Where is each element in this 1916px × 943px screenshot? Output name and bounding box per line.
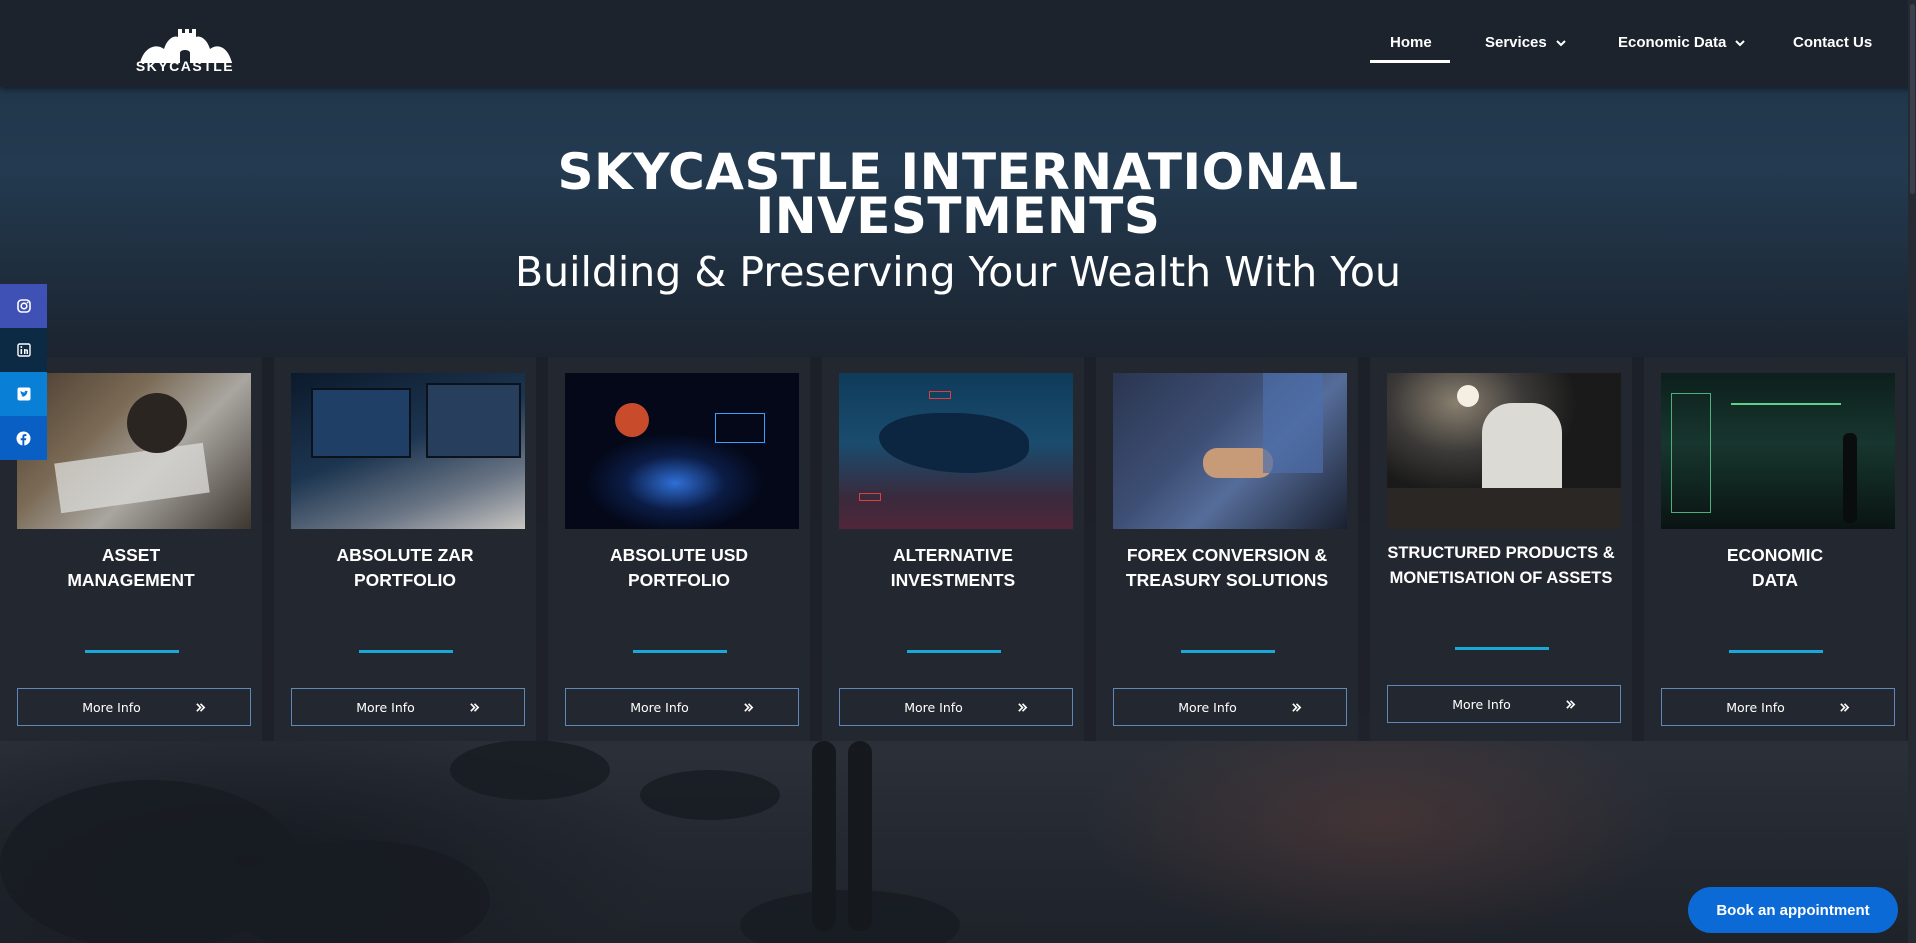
card-image	[17, 373, 251, 529]
person-silhouette	[848, 741, 872, 931]
card-accent-line	[359, 650, 453, 653]
scrollbar-thumb[interactable]	[1910, 4, 1915, 194]
hero-title: SKYCASTLE INTERNATIONAL INVESTMENTS	[557, 143, 1359, 245]
double-chevron-right-icon	[744, 702, 754, 712]
site-header: SKYCASTLE Home Services Economic Data Co…	[0, 0, 1916, 87]
nav-home-label: Home	[1390, 34, 1432, 51]
nav-services[interactable]: Services	[1485, 34, 1567, 51]
nav-contact-us[interactable]: Contact Us	[1793, 34, 1872, 51]
more-info-label: More Info	[82, 699, 141, 715]
card-accent-line	[633, 650, 727, 653]
nav-contact-label: Contact Us	[1793, 34, 1873, 51]
book-appointment-button[interactable]: Book an appointment	[1688, 887, 1898, 933]
card-title: STRUCTURED PRODUCTS & MONETISATION OF AS…	[1387, 544, 1615, 587]
more-info-button[interactable]: More Info	[565, 688, 799, 726]
card-image	[1113, 373, 1347, 529]
more-info-label: More Info	[356, 699, 415, 715]
card-title: ASSET MANAGEMENT	[67, 545, 195, 590]
more-info-label: More Info	[1726, 699, 1785, 715]
more-info-button[interactable]: More Info	[1387, 685, 1621, 723]
card-accent-line	[85, 650, 179, 653]
card-title: ALTERNATIVE INVESTMENTS	[890, 545, 1016, 590]
brand-name: SKYCASTLE	[135, 58, 235, 74]
card-title: ABSOLUTE USD PORTFOLIO	[609, 545, 749, 590]
card-accent-line	[1181, 650, 1275, 653]
card-title: ABSOLUTE ZAR PORTFOLIO	[336, 545, 474, 590]
double-chevron-right-icon	[1840, 702, 1850, 712]
card-accent-line	[907, 650, 1001, 653]
card-image	[291, 373, 525, 529]
double-chevron-right-icon	[1018, 702, 1028, 712]
card-accent-line	[1455, 647, 1549, 650]
service-card-structured-products: STRUCTURED PRODUCTS & MONETISATION OF AS…	[1370, 357, 1632, 741]
card-title: ECONOMIC DATA	[1726, 545, 1824, 590]
twitter-icon	[17, 387, 30, 401]
more-info-label: More Info	[904, 699, 963, 715]
service-card-forex-conversion: FOREX CONVERSION & TREASURY SOLUTIONS Mo…	[1096, 357, 1358, 741]
rock-decoration	[450, 740, 610, 800]
person-silhouette	[812, 741, 836, 931]
hero-subtitle: Building & Preserving Your Wealth With Y…	[514, 248, 1401, 296]
service-card-absolute-usd: ABSOLUTE USD PORTFOLIO More Info	[548, 357, 810, 741]
card-image	[1661, 373, 1895, 529]
service-card-alternative-investments: ALTERNATIVE INVESTMENTS More Info	[822, 357, 1084, 741]
more-info-button[interactable]: More Info	[291, 688, 525, 726]
double-chevron-right-icon	[470, 702, 480, 712]
double-chevron-right-icon	[1566, 699, 1576, 709]
instagram-button[interactable]	[0, 284, 47, 328]
more-info-button[interactable]: More Info	[17, 688, 251, 726]
chevron-down-icon	[1556, 39, 1566, 46]
more-info-label: More Info	[1178, 699, 1237, 715]
rock-decoration	[640, 770, 780, 820]
more-info-button[interactable]: More Info	[1661, 688, 1895, 726]
nav-home[interactable]: Home	[1390, 34, 1432, 51]
chevron-down-icon	[1735, 39, 1746, 46]
facebook-button[interactable]	[0, 416, 47, 460]
more-info-button[interactable]: More Info	[839, 688, 1073, 726]
nav-economic-data[interactable]: Economic Data	[1618, 34, 1746, 51]
card-image	[839, 373, 1073, 529]
active-nav-indicator	[1370, 60, 1450, 63]
more-info-label: More Info	[1452, 696, 1511, 712]
card-image	[565, 373, 799, 529]
instagram-icon	[16, 299, 31, 313]
linkedin-button[interactable]	[0, 328, 47, 372]
more-info-button[interactable]: More Info	[1113, 688, 1347, 726]
card-title: FOREX CONVERSION & TREASURY SOLUTIONS	[1125, 545, 1329, 590]
nav-economic-data-label: Economic Data	[1618, 34, 1727, 51]
social-sidebar	[0, 284, 47, 460]
facebook-icon	[16, 431, 31, 446]
card-accent-line	[1729, 650, 1823, 653]
service-card-economic-data: ECONOMIC DATA More Info	[1644, 357, 1906, 741]
linkedin-icon	[16, 343, 31, 357]
more-info-label: More Info	[630, 699, 689, 715]
double-chevron-right-icon	[1292, 702, 1302, 712]
service-card-absolute-zar: ABSOLUTE ZAR PORTFOLIO More Info	[274, 357, 536, 741]
book-appointment-label: Book an appointment	[1716, 901, 1870, 919]
card-image	[1387, 373, 1621, 529]
twitter-button[interactable]	[0, 372, 47, 416]
nav-services-label: Services	[1485, 34, 1547, 51]
double-chevron-right-icon	[196, 702, 206, 712]
